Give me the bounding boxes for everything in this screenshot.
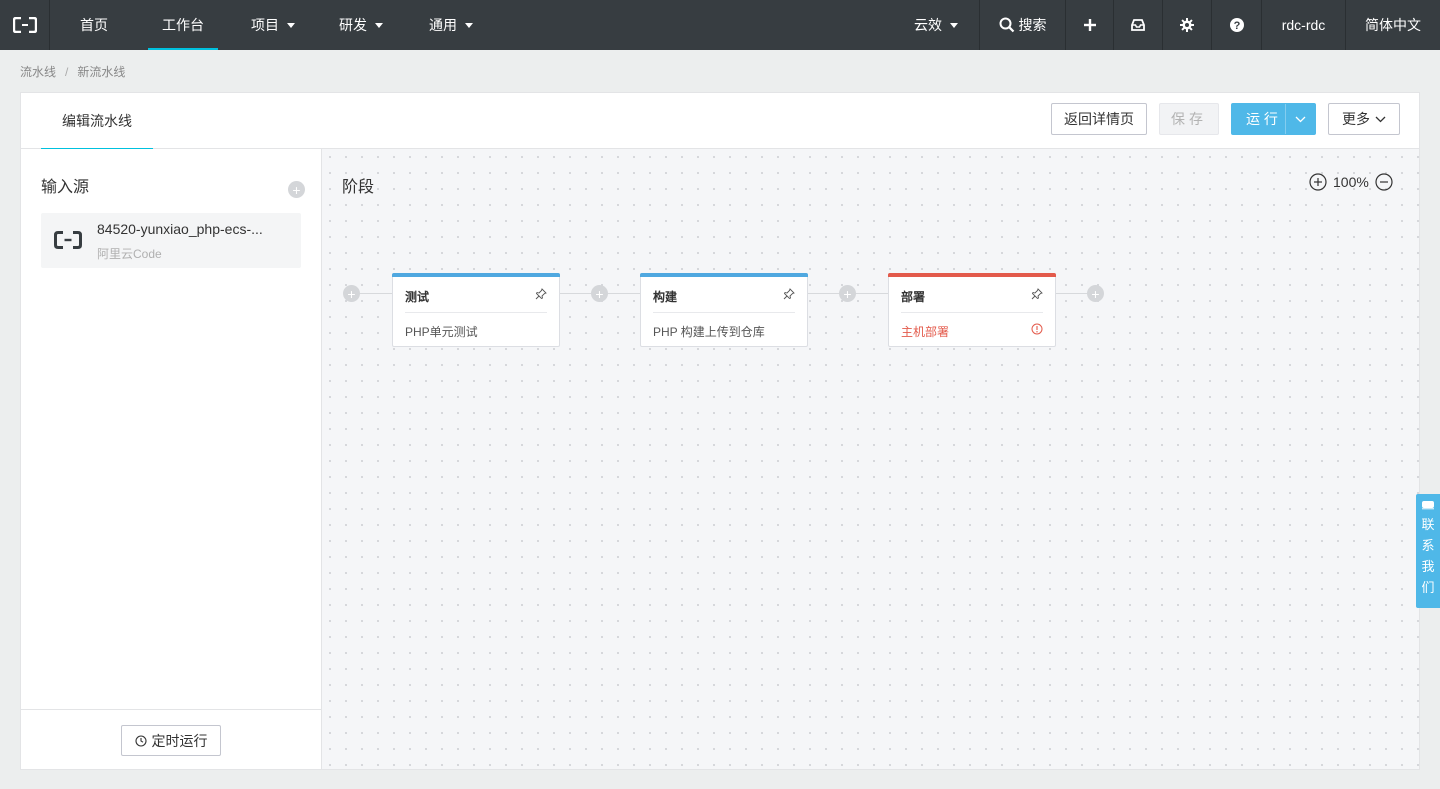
stage-divider xyxy=(405,312,547,313)
inbox-button[interactable] xyxy=(1113,0,1162,50)
add-stage-icon[interactable]: + xyxy=(591,285,608,302)
contact-char: 我 xyxy=(1421,559,1435,574)
gear-icon xyxy=(1180,18,1194,32)
caret-down-icon xyxy=(375,22,383,28)
stage-canvas: 阶段 100% + + + + 测试 PHP单元测试 构建 PHP 构建上传到仓… xyxy=(322,149,1419,769)
tab-edit-pipeline-label: 编辑流水线 xyxy=(62,113,132,129)
contact-char: 系 xyxy=(1421,538,1435,553)
org-label: 云效 xyxy=(914,17,942,33)
nav-general-label: 通用 xyxy=(429,17,457,33)
caret-down-icon xyxy=(465,22,473,28)
nav-development-label: 研发 xyxy=(339,17,367,33)
schedule-run-label: 定时运行 xyxy=(151,732,208,749)
zoom-level: 100% xyxy=(1333,174,1369,190)
stage-task[interactable]: 主机部署 xyxy=(901,323,949,340)
more-label: 更多 xyxy=(1342,111,1370,127)
more-button[interactable]: 更多 xyxy=(1328,103,1400,135)
nav-home[interactable]: 首页 xyxy=(64,0,124,50)
zoom-controls: 100% xyxy=(1309,173,1419,191)
language-switcher[interactable]: 简体中文 xyxy=(1345,0,1440,50)
inbox-icon xyxy=(1131,19,1145,31)
aliyun-logo-icon[interactable] xyxy=(0,0,50,50)
input-source-title: 输入源 xyxy=(41,179,90,196)
caret-down-icon xyxy=(287,22,295,28)
create-button[interactable] xyxy=(1065,0,1113,50)
language-label: 简体中文 xyxy=(1365,17,1421,33)
clock-icon xyxy=(134,734,147,747)
stage-card-build[interactable]: 构建 PHP 构建上传到仓库 xyxy=(640,273,808,347)
nav-development[interactable]: 研发 xyxy=(328,0,394,50)
input-source-panel: 输入源 + 84520-yunxiao_php-ecs-... 阿里云Code … xyxy=(21,149,322,769)
source-repo-name: 84520-yunxiao_php-ecs-... xyxy=(97,221,263,237)
stage-divider xyxy=(653,312,795,313)
nav-projects[interactable]: 项目 xyxy=(240,0,306,50)
nav-workbench[interactable]: 工作台 xyxy=(148,0,218,50)
add-source-icon[interactable]: + xyxy=(288,181,305,198)
pin-icon[interactable] xyxy=(535,288,547,300)
run-button[interactable]: 运 行 xyxy=(1231,103,1316,135)
source-item[interactable]: 84520-yunxiao_php-ecs-... 阿里云Code xyxy=(41,213,301,268)
source-type: 阿里云Code xyxy=(97,247,162,261)
stage-task[interactable]: PHP 构建上传到仓库 xyxy=(653,323,765,340)
stage-status-bar xyxy=(640,273,808,277)
run-label: 运 行 xyxy=(1246,111,1278,127)
pipeline-editor-card: 编辑流水线 返回详情页 保存 运 行 更多 输入源 + 84520-yunxia… xyxy=(20,92,1420,770)
org-switcher[interactable]: 云效 xyxy=(893,0,979,50)
editor-header: 编辑流水线 返回详情页 保存 运 行 更多 xyxy=(21,93,1419,150)
breadcrumb-item-pipelines[interactable]: 流水线 xyxy=(20,65,56,79)
tab-edit-pipeline[interactable]: 编辑流水线 xyxy=(41,93,153,150)
left-panel-footer: 定时运行 xyxy=(21,709,321,769)
stage-name: 部署 xyxy=(901,290,926,304)
pin-icon[interactable] xyxy=(783,288,795,300)
zoom-in-icon[interactable] xyxy=(1309,173,1327,191)
nav-workbench-label: 工作台 xyxy=(162,17,204,33)
zoom-out-icon[interactable] xyxy=(1375,173,1393,191)
user-label: rdc-rdc xyxy=(1281,17,1326,33)
save-button[interactable]: 保存 xyxy=(1159,103,1219,135)
contact-char: 联 xyxy=(1421,517,1435,532)
schedule-run-button[interactable]: 定时运行 xyxy=(121,725,221,756)
contact-char: 们 xyxy=(1421,580,1435,595)
warning-icon xyxy=(1031,323,1043,335)
stage-section-title: 阶段 xyxy=(342,179,375,196)
svg-text:?: ? xyxy=(1233,20,1240,32)
breadcrumb-item-new-pipeline: 新流水线 xyxy=(77,65,126,79)
plus-icon xyxy=(1083,19,1096,31)
add-stage-icon[interactable]: + xyxy=(343,285,360,302)
top-navigation-bar: 首页 工作台 项目 研发 通用 云效 搜索 ? rdc-rdc 简体中文 xyxy=(0,0,1440,50)
stage-card-test[interactable]: 测试 PHP单元测试 xyxy=(392,273,560,347)
help-button[interactable]: ? xyxy=(1211,0,1261,50)
chat-icon xyxy=(1422,501,1434,510)
stage-divider xyxy=(901,312,1043,313)
contact-us-tab[interactable]: 联 系 我 们 xyxy=(1416,494,1440,608)
help-icon: ? xyxy=(1229,18,1244,32)
stage-task[interactable]: PHP单元测试 xyxy=(405,323,478,340)
user-menu[interactable]: rdc-rdc xyxy=(1261,0,1345,50)
nav-home-label: 首页 xyxy=(80,17,108,33)
back-to-detail-button[interactable]: 返回详情页 xyxy=(1051,103,1147,135)
stage-status-bar xyxy=(888,273,1056,277)
caret-down-icon xyxy=(950,22,958,28)
search-label: 搜索 xyxy=(1018,17,1047,33)
nav-projects-label: 项目 xyxy=(251,17,279,33)
search-icon xyxy=(999,17,1014,33)
stage-status-bar xyxy=(392,273,560,277)
search-button[interactable]: 搜索 xyxy=(979,0,1065,50)
breadcrumb-separator: / xyxy=(65,65,69,79)
chevron-down-icon xyxy=(1375,116,1386,122)
settings-button[interactable] xyxy=(1162,0,1211,50)
add-stage-icon[interactable]: + xyxy=(1087,285,1104,302)
stage-card-deploy[interactable]: 部署 主机部署 xyxy=(888,273,1056,347)
run-dropdown-toggle[interactable] xyxy=(1285,104,1315,134)
pin-icon[interactable] xyxy=(1031,288,1043,300)
stage-name: 构建 xyxy=(653,290,678,304)
nav-general[interactable]: 通用 xyxy=(418,0,484,50)
chevron-down-icon xyxy=(1295,116,1306,122)
breadcrumb: 流水线 / 新流水线 xyxy=(20,63,125,80)
back-to-detail-label: 返回详情页 xyxy=(1064,111,1134,127)
save-label: 保存 xyxy=(1171,111,1207,127)
aliyun-code-icon xyxy=(53,227,83,253)
add-stage-icon[interactable]: + xyxy=(839,285,856,302)
stage-name: 测试 xyxy=(405,290,430,304)
